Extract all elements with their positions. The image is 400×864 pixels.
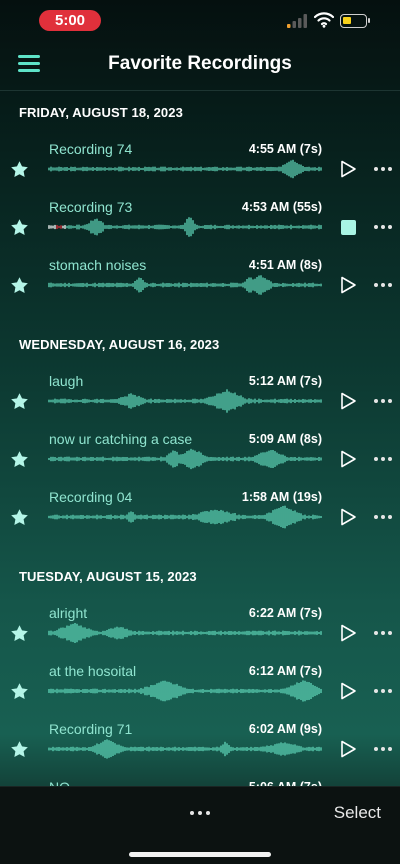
more-options-icon[interactable] bbox=[374, 515, 392, 520]
recording-timestamp: 4:51 AM (8s) bbox=[248, 258, 322, 272]
play-icon[interactable] bbox=[338, 159, 358, 179]
recordings-list[interactable]: FRIDAY, AUGUST 18, 2023 Recording 74 4:55 … bbox=[0, 92, 400, 786]
header-divider bbox=[0, 90, 400, 91]
recording-row[interactable]: at the hosoital 6:12 AM (7s) bbox=[0, 663, 400, 721]
recording-row[interactable]: alright 6:22 AM (7s) bbox=[0, 605, 400, 663]
waveform[interactable] bbox=[48, 447, 324, 471]
battery-icon bbox=[340, 14, 370, 28]
stop-icon[interactable] bbox=[341, 220, 356, 235]
favorite-star-icon[interactable] bbox=[10, 624, 29, 643]
recording-timestamp: 4:55 AM (7s) bbox=[248, 142, 322, 156]
play-icon[interactable] bbox=[338, 681, 358, 701]
page-title: Favorite Recordings bbox=[108, 53, 292, 74]
waveform[interactable] bbox=[48, 679, 324, 703]
recording-name: stomach noises bbox=[49, 257, 147, 273]
recording-row[interactable]: Recording 04 1:58 AM (19s) bbox=[0, 489, 400, 547]
more-options-icon[interactable] bbox=[374, 399, 392, 404]
recording-timestamp: 6:12 AM (7s) bbox=[248, 664, 322, 678]
more-options-icon[interactable] bbox=[374, 689, 392, 694]
section-date-header: TUESDAY, AUGUST 15, 2023 bbox=[19, 569, 197, 584]
recording-name: Recording 71 bbox=[49, 721, 133, 737]
recording-name: Recording 74 bbox=[49, 141, 133, 157]
waveform[interactable] bbox=[48, 273, 324, 297]
home-indicator bbox=[129, 852, 271, 857]
recording-row[interactable]: Recording 73 4:53 AM (55s) bbox=[0, 199, 400, 257]
waveform[interactable] bbox=[48, 505, 324, 529]
recording-timestamp: 5:09 AM (8s) bbox=[248, 432, 322, 446]
recording-row[interactable]: stomach noises 4:51 AM (8s) bbox=[0, 257, 400, 315]
recording-name: Recording 73 bbox=[49, 199, 133, 215]
favorite-star-icon[interactable] bbox=[10, 740, 29, 759]
status-time: 5:00 bbox=[39, 10, 101, 31]
recording-row[interactable]: Recording 71 6:02 AM (9s) bbox=[0, 721, 400, 779]
recording-name: now ur catching a case bbox=[49, 431, 193, 447]
recording-name: alright bbox=[49, 605, 88, 621]
recording-timestamp: 6:22 AM (7s) bbox=[248, 606, 322, 620]
wifi-icon bbox=[314, 12, 334, 28]
favorite-star-icon[interactable] bbox=[10, 682, 29, 701]
waveform[interactable] bbox=[48, 737, 324, 761]
recording-row[interactable]: now ur catching a case 5:09 AM (8s) bbox=[0, 431, 400, 489]
cellular-signal-icon bbox=[287, 14, 307, 28]
waveform[interactable] bbox=[48, 621, 324, 645]
play-icon[interactable] bbox=[338, 623, 358, 643]
recording-timestamp: 4:53 AM (55s) bbox=[241, 200, 322, 214]
more-options-icon[interactable] bbox=[374, 167, 392, 172]
play-icon[interactable] bbox=[338, 275, 358, 295]
recording-row[interactable]: laugh 5:12 AM (7s) bbox=[0, 373, 400, 431]
recording-timestamp: 6:02 AM (9s) bbox=[248, 722, 322, 736]
more-options-icon[interactable] bbox=[374, 225, 392, 230]
more-options-icon[interactable] bbox=[374, 631, 392, 636]
recording-row[interactable]: Recording 74 4:55 AM (7s) bbox=[0, 141, 400, 199]
play-icon[interactable] bbox=[338, 449, 358, 469]
recording-row[interactable]: NO5:06 AM (7s) bbox=[0, 779, 400, 786]
recording-timestamp: 5:12 AM (7s) bbox=[248, 374, 322, 388]
more-options-icon[interactable] bbox=[374, 747, 392, 752]
section-date-header: WEDNESDAY, AUGUST 16, 2023 bbox=[19, 337, 220, 352]
select-button[interactable]: Select bbox=[334, 803, 381, 823]
favorite-star-icon[interactable] bbox=[10, 276, 29, 295]
waveform[interactable] bbox=[48, 215, 324, 239]
header: Favorite Recordings bbox=[0, 40, 400, 90]
section-date-header: FRIDAY, AUGUST 18, 2023 bbox=[19, 105, 183, 120]
recording-name: at the hosoital bbox=[49, 663, 137, 679]
recording-timestamp: 1:58 AM (19s) bbox=[241, 490, 322, 504]
favorite-star-icon[interactable] bbox=[10, 392, 29, 411]
more-options-icon[interactable] bbox=[374, 283, 392, 288]
play-icon[interactable] bbox=[338, 391, 358, 411]
waveform[interactable] bbox=[48, 157, 324, 181]
more-options-icon[interactable] bbox=[190, 811, 210, 817]
status-bar: 5:00 bbox=[0, 0, 400, 40]
favorite-star-icon[interactable] bbox=[10, 160, 29, 179]
app-screen: 5:00 Favorite Recordings FRIDAY, AUGUST … bbox=[0, 0, 400, 864]
recording-name: Recording 04 bbox=[49, 489, 133, 505]
play-icon[interactable] bbox=[338, 507, 358, 527]
recording-name: NO bbox=[49, 779, 70, 786]
favorite-star-icon[interactable] bbox=[10, 450, 29, 469]
waveform[interactable] bbox=[48, 389, 324, 413]
more-options-icon[interactable] bbox=[374, 457, 392, 462]
recording-name: laugh bbox=[49, 373, 84, 389]
favorite-star-icon[interactable] bbox=[10, 508, 29, 527]
play-icon[interactable] bbox=[338, 739, 358, 759]
favorite-star-icon[interactable] bbox=[10, 218, 29, 237]
bottom-toolbar: Select bbox=[0, 786, 400, 864]
